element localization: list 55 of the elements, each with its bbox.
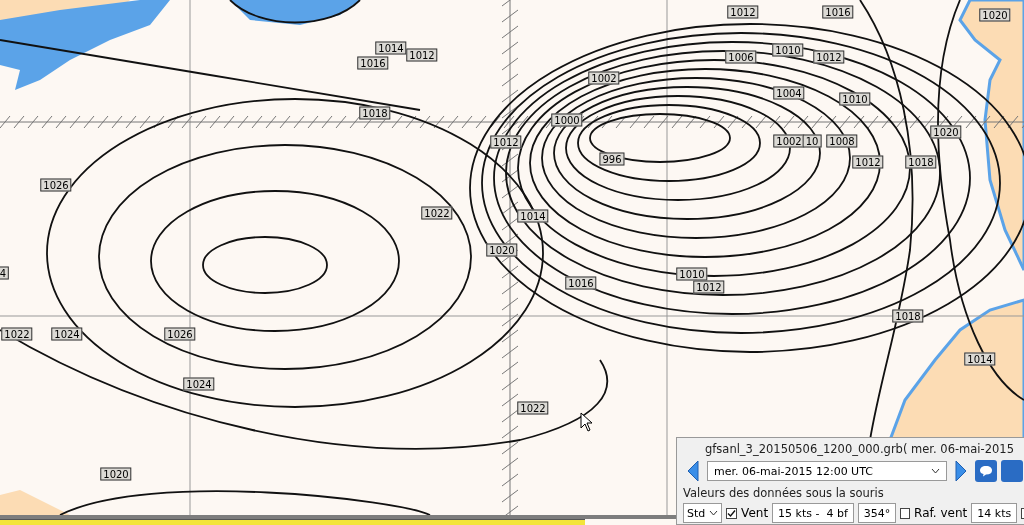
isobar-label: 1002 [588, 71, 620, 85]
checkbox-label: Raf. vent [914, 506, 968, 520]
cursor-icon [580, 412, 593, 432]
isobar-label: 1012 [727, 5, 759, 19]
isobar-label: 1026 [40, 178, 72, 192]
isobar-label: 1020 [100, 467, 132, 481]
isobar-label: 1014 [964, 352, 996, 366]
isobar-label: 1022 [1, 327, 33, 341]
wind-speed-field: 15 kts - 4 bf [772, 503, 854, 523]
isobar-label: 4 [0, 266, 10, 280]
isobar-label: 1006 [725, 50, 757, 64]
isobar-label: 1024 [183, 377, 215, 391]
isobar-label: 1012 [693, 280, 725, 294]
checkbox[interactable] [726, 507, 738, 519]
isobar-label: 1012 [852, 155, 884, 169]
date-select[interactable]: mer. 06-mai-2015 12:00 UTC [707, 461, 947, 481]
isobar-label: 1020 [930, 125, 962, 139]
checkbox[interactable] [900, 507, 911, 519]
isobar-label: 1012 [490, 135, 522, 149]
isobar-label: 1020 [979, 8, 1011, 22]
isobar-label: 1018 [359, 106, 391, 120]
wind-direction-field: 354° [857, 503, 897, 523]
panel-title: gfsanl_3_20150506_1200_000.grb( mer. 06-mai-2015 [704, 442, 1015, 456]
land-area [0, 490, 70, 515]
gust-speed-field: 14 kts [971, 503, 1018, 523]
isobar-label: 1012 [813, 50, 845, 64]
isobar-label: 1004 [773, 86, 805, 100]
isobar-label: 10 [802, 134, 822, 148]
isobar-label: 1010 [772, 43, 804, 57]
speech-bubble-button[interactable] [975, 460, 997, 482]
isobar-label: 1014 [517, 209, 549, 223]
isobar-label: 1012 [406, 48, 438, 62]
isobar-label: 1002 [773, 134, 805, 148]
caret-icon [931, 468, 940, 474]
isobar-label: 1020 [486, 243, 518, 257]
isobar-label: 1026 [164, 327, 196, 341]
checkbox-label: Vent [741, 506, 769, 520]
isobar-label: 1018 [892, 309, 924, 323]
isobar-label: 1000 [551, 113, 583, 127]
isobar-label: 1016 [822, 5, 854, 19]
isobar-label: 1018 [905, 155, 937, 169]
caret-icon [709, 510, 719, 516]
isobar-label: 1010 [676, 267, 708, 281]
isobar-label: 1022 [421, 206, 453, 220]
section-label: Valeurs des données sous la souris [683, 486, 885, 500]
isobar-label: 1024 [51, 327, 83, 341]
mode-select[interactable]: Std [683, 503, 723, 523]
isobar-label: 1014 [375, 41, 407, 55]
isobar-label: 1022 [517, 401, 549, 415]
isobar-label: 1008 [826, 134, 858, 148]
speech-bubble-icon [979, 465, 993, 477]
isobar-label: 1010 [839, 92, 871, 106]
isobar-label: 1016 [565, 276, 597, 290]
isobar-label: 1016 [357, 56, 389, 70]
isobar-label: 996 [599, 152, 625, 166]
